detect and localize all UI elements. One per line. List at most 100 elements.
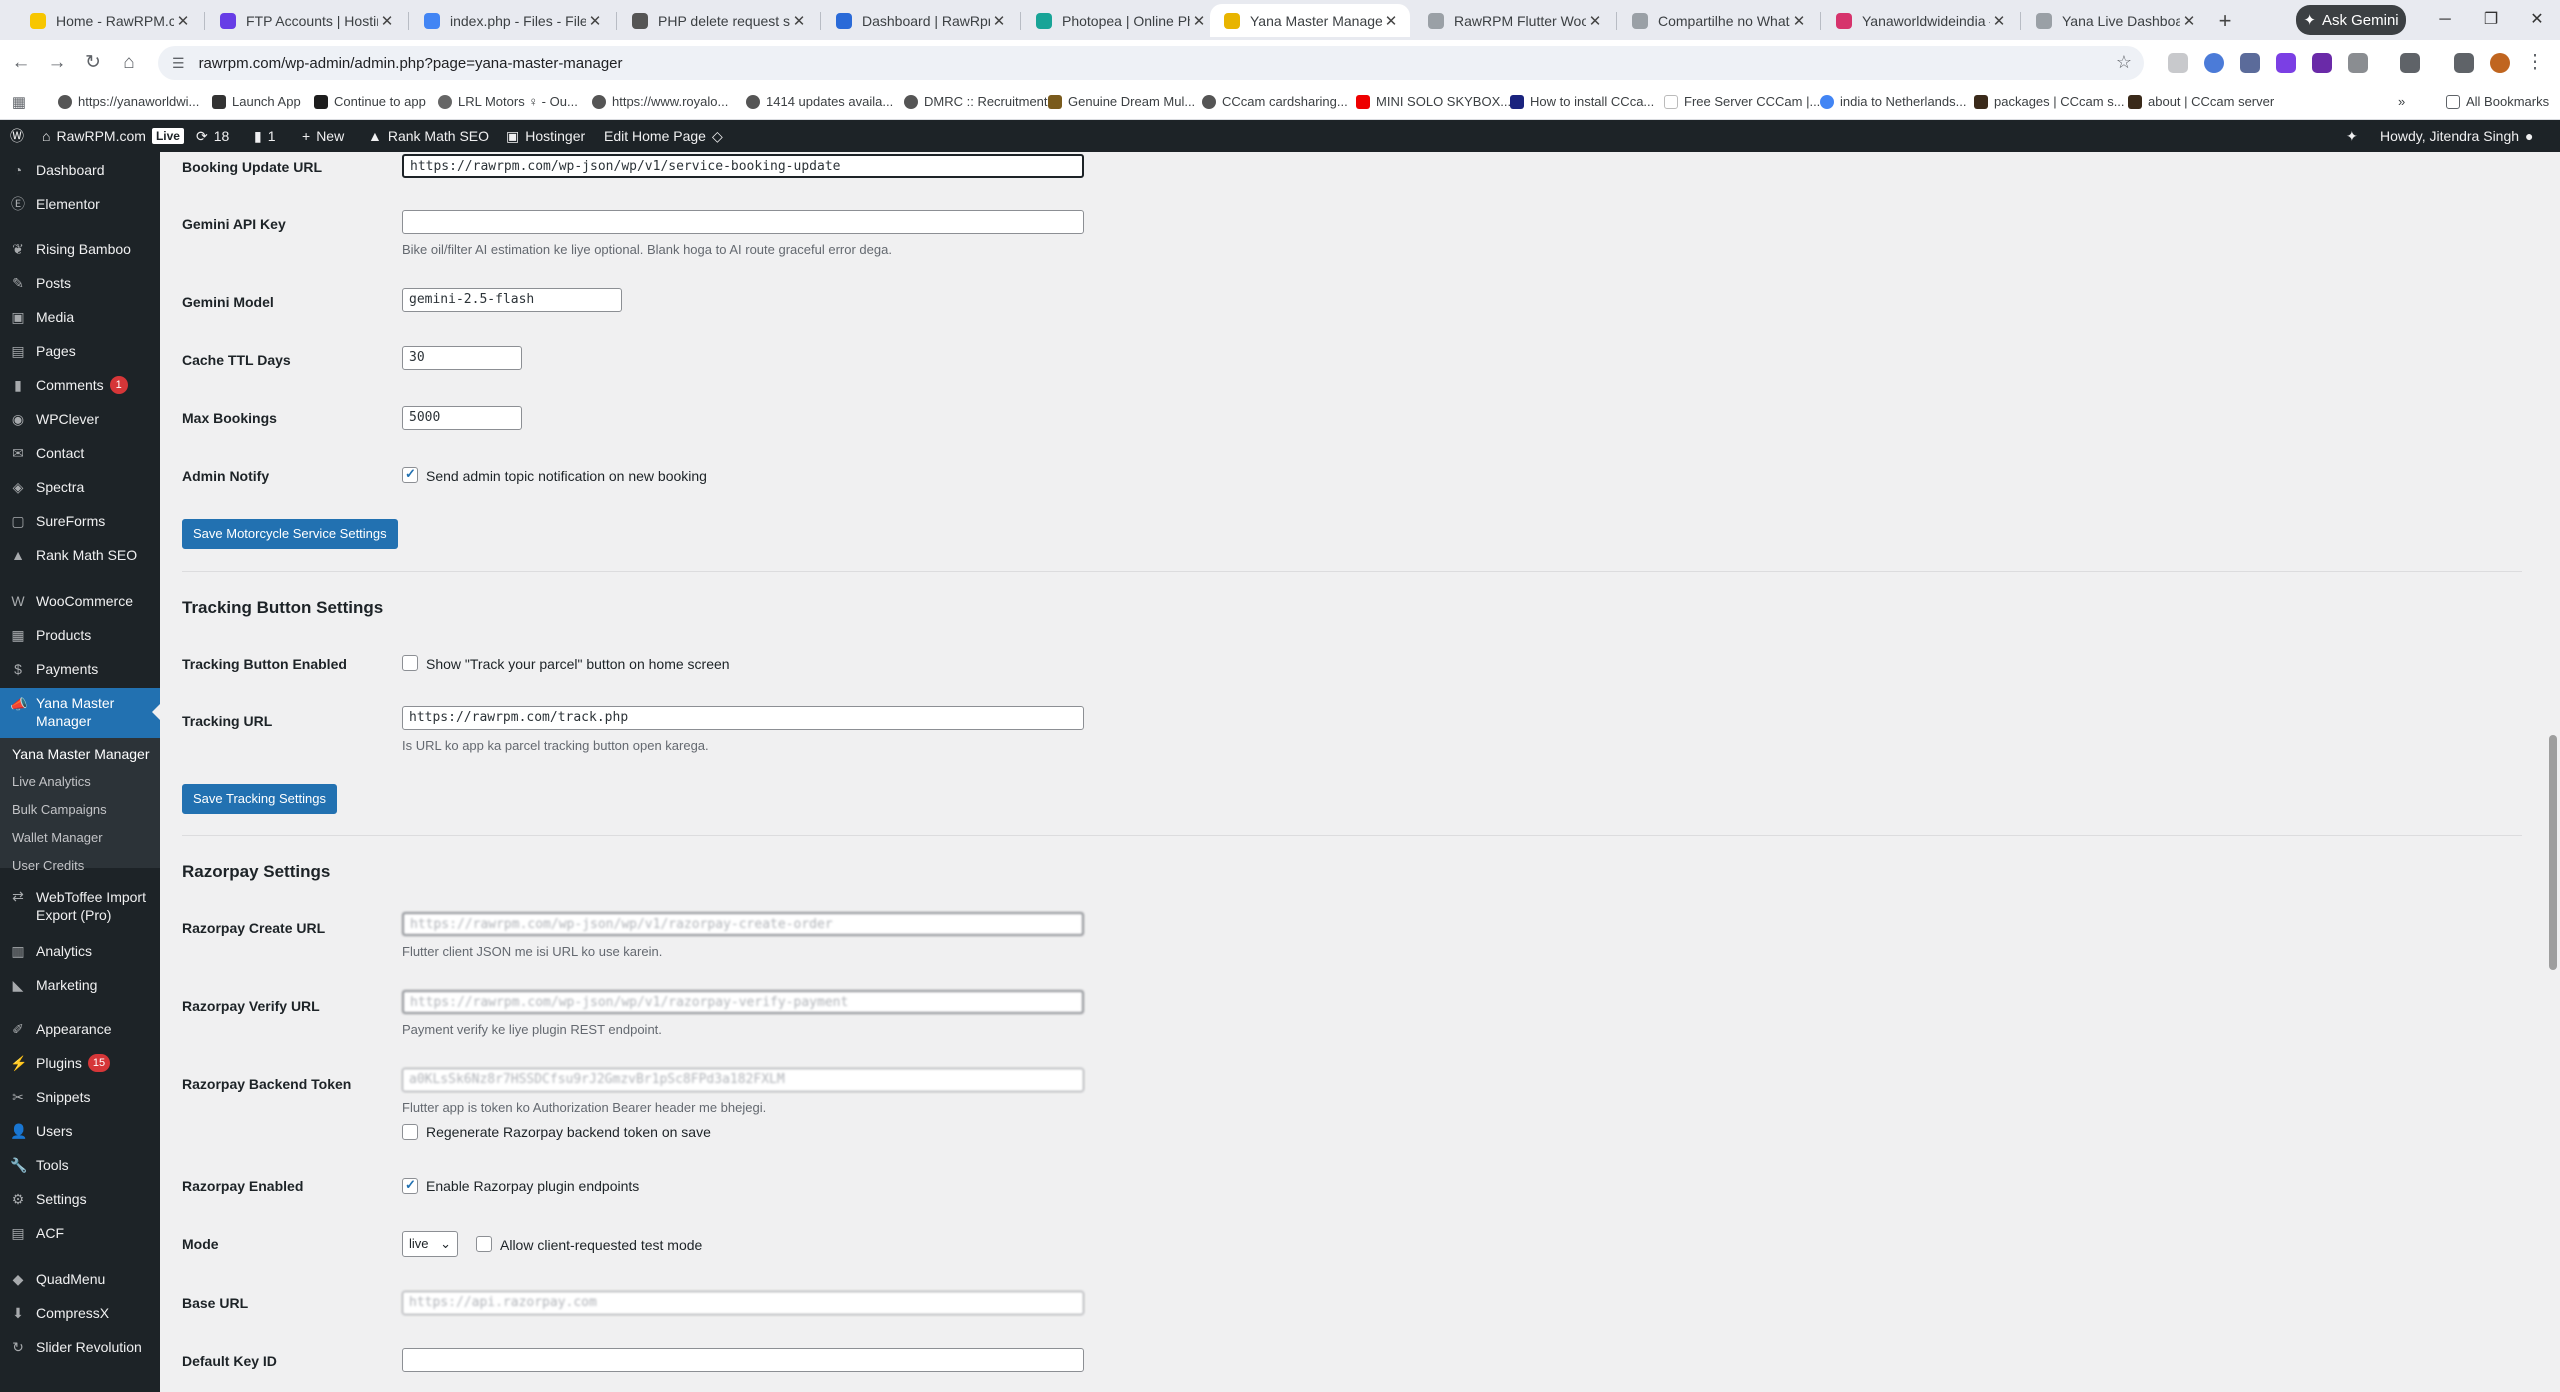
sidebar-item-snippets[interactable]: ✂ Snippets	[0, 1080, 160, 1114]
new-tab-plus-icon[interactable]: +	[2210, 6, 2240, 36]
admin-bar-edit-page[interactable]: Edit Home Page	[604, 120, 706, 152]
admin-bar-new[interactable]: + New	[302, 120, 344, 152]
minimize-icon[interactable]: ─	[2422, 0, 2468, 40]
diamond-icon[interactable]: ◇	[712, 120, 723, 152]
close-icon[interactable]: ✕	[990, 12, 1008, 30]
tab-11[interactable]: Yana Live Dashboard✕	[2022, 4, 2208, 37]
close-icon[interactable]: ✕	[2180, 12, 2198, 30]
more-bookmarks-chevron-icon[interactable]: »	[2398, 94, 2405, 109]
base-url-input[interactable]: https://api.razorpay.com	[402, 1291, 1084, 1315]
regenerate-token-checkbox[interactable]	[402, 1124, 418, 1140]
cast-icon[interactable]	[2400, 53, 2420, 73]
close-icon[interactable]: ✕	[1382, 12, 1400, 30]
extension-puzzle-a-icon[interactable]	[2240, 53, 2260, 73]
sidebar-item-settings[interactable]: ⚙ Settings	[0, 1182, 160, 1216]
sidebar-item-slider-revolution[interactable]: ↻ Slider Revolution	[0, 1330, 160, 1364]
site-info-icon[interactable]: ☰	[172, 55, 185, 72]
tab-4[interactable]: PHP delete request syste✕	[618, 4, 818, 37]
extension-shield-icon[interactable]	[2168, 53, 2188, 73]
razorpay-verify-url-input[interactable]: https://rawrpm.com/wp-json/wp/v1/razorpa…	[402, 990, 1084, 1014]
sidebar-item-tools[interactable]: 🔧 Tools	[0, 1148, 160, 1182]
gemini-model-input[interactable]: gemini-2.5-flash	[402, 288, 622, 312]
bookmark-9[interactable]: CCcam cardsharing...	[1202, 94, 1348, 109]
cache-ttl-days-input[interactable]: 30	[402, 346, 522, 370]
razorpay-enabled-checkbox[interactable]	[402, 1177, 418, 1194]
submenu-user-credits[interactable]: User Credits	[12, 858, 84, 873]
razorpay-backend-token-input[interactable]: a0KLsSk6Nz8r7HSSDCfsu9rJ2GmzvBr1pSc8FPd3…	[402, 1068, 1084, 1092]
sidebar-item-comments[interactable]: ▮ Comments 1	[0, 368, 160, 402]
save-motorcycle-service-settings-button[interactable]: Save Motorcycle Service Settings	[182, 519, 398, 549]
tracking-button-enabled-checkbox[interactable]	[402, 655, 418, 671]
close-icon[interactable]: ✕	[790, 12, 808, 30]
address-bar[interactable]: ☰ rawrpm.com/wp-admin/admin.php?page=yan…	[158, 46, 2144, 80]
sidebar-item-compressx[interactable]: ⬇ CompressX	[0, 1296, 160, 1330]
bookmark-1[interactable]: https://yanaworldwi...	[58, 94, 199, 109]
extension-w-icon[interactable]	[2312, 53, 2332, 73]
tab-3[interactable]: index.php - Files - File B ✕	[410, 4, 614, 37]
bookmark-11[interactable]: How to install CCca...	[1510, 94, 1654, 109]
booking-update-url-input[interactable]: https://rawrpm.com/wp-json/wp/v1/service…	[402, 154, 1084, 178]
bookmark-3[interactable]: Continue to app	[314, 94, 426, 109]
tab-1[interactable]: Home - RawRPM.com✕	[16, 4, 202, 37]
sidebar-item-posts[interactable]: ✎ Posts	[0, 266, 160, 300]
tab-6[interactable]: Photopea | Online Photo✕	[1022, 4, 1218, 37]
bookmark-2[interactable]: Launch App	[212, 94, 301, 109]
admin-notify-checkbox[interactable]	[402, 466, 418, 483]
sidebar-item-analytics[interactable]: ▥ Analytics	[0, 934, 160, 968]
admin-bar-account[interactable]: Howdy, Jitendra Singh ●	[2380, 120, 2534, 152]
window-close-icon[interactable]: ✕	[2514, 0, 2560, 40]
submenu-bulk-campaigns[interactable]: Bulk Campaigns	[12, 802, 107, 817]
home-icon[interactable]: ⌂	[114, 48, 144, 78]
admin-bar-hostinger[interactable]: ▣ Hostinger	[506, 120, 585, 152]
page-scrollbar-thumb[interactable]	[2549, 735, 2557, 970]
close-icon[interactable]: ✕	[1790, 12, 1808, 30]
tab-10[interactable]: Yanaworldwideindia – A✕	[1822, 4, 2018, 37]
gemini-api-key-input[interactable]	[402, 210, 1084, 234]
back-arrow-icon[interactable]: ←	[6, 48, 36, 78]
save-tracking-settings-button[interactable]: Save Tracking Settings	[182, 784, 337, 814]
sidebar-item-users[interactable]: 👤 Users	[0, 1114, 160, 1148]
browser-menu-icon[interactable]: ⋮	[2520, 48, 2550, 78]
bookmark-13[interactable]: india to Netherlands...	[1820, 94, 1966, 109]
extension-globe-icon[interactable]	[2204, 53, 2224, 73]
tab-8[interactable]: RawRPM Flutter WooCo✕	[1414, 4, 1614, 37]
close-icon[interactable]: ✕	[174, 12, 192, 30]
sidebar-item-webtoffee[interactable]: ⇄ WebToffee Import Export (Pro)	[0, 884, 160, 928]
sidebar-item-pages[interactable]: ▤ Pages	[0, 334, 160, 368]
sidebar-item-contact[interactable]: ✉ Contact	[0, 436, 160, 470]
sidebar-item-plugins[interactable]: ⚡ Plugins 15	[0, 1046, 160, 1080]
sidebar-item-quadmenu[interactable]: ◆ QuadMenu	[0, 1262, 160, 1296]
admin-bar-site[interactable]: ⌂ RawRPM.com Live	[42, 120, 184, 152]
tab-2[interactable]: FTP Accounts | Hosting ✕	[206, 4, 406, 37]
submenu-wallet-manager[interactable]: Wallet Manager	[12, 830, 103, 845]
bookmark-5[interactable]: https://www.royalo...	[592, 94, 728, 109]
sidebar-item-products[interactable]: ▦ Products	[0, 618, 160, 652]
bookmark-14[interactable]: packages | CCcam s...	[1974, 94, 2125, 109]
submenu-yana-master-manager[interactable]: Yana Master Manager	[12, 746, 149, 762]
downloads-icon[interactable]	[2454, 53, 2474, 73]
bookmark-star-icon[interactable]: ☆	[2116, 52, 2132, 73]
sidebar-item-marketing[interactable]: ◣ Marketing	[0, 968, 160, 1002]
bookmark-4[interactable]: LRL Motors ♀ - Ou...	[438, 94, 578, 109]
bookmark-12[interactable]: Free Server CCCam |...	[1664, 94, 1820, 109]
profile-avatar-icon[interactable]	[2490, 53, 2510, 73]
bookmark-10[interactable]: MINI SOLO SKYBOX...	[1356, 94, 1511, 109]
ask-gemini-button[interactable]: ✦ Ask Gemini	[2296, 5, 2406, 35]
admin-bar-comments[interactable]: ▮ 1	[254, 120, 276, 152]
all-bookmarks[interactable]: All Bookmarks	[2446, 94, 2549, 109]
sidebar-item-media[interactable]: ▣ Media	[0, 300, 160, 334]
bookmark-7[interactable]: DMRC :: Recruitment	[904, 94, 1048, 109]
razorpay-create-url-input[interactable]: https://rawrpm.com/wp-json/wp/v1/razorpa…	[402, 912, 1084, 936]
mode-select[interactable]: live ⌄	[402, 1231, 458, 1257]
reload-icon[interactable]: ↻	[78, 48, 108, 78]
sidebar-item-rankmath[interactable]: ▲ Rank Math SEO	[0, 538, 160, 572]
bookmark-15[interactable]: about | CCcam server	[2128, 94, 2274, 109]
tab-9[interactable]: Compartilhe no WhatsA✕	[1618, 4, 1818, 37]
wordpress-logo-icon[interactable]: Ⓦ	[10, 120, 24, 152]
close-icon[interactable]: ✕	[1586, 12, 1604, 30]
apps-grid-icon[interactable]: ▦	[4, 88, 34, 118]
bookmark-6[interactable]: 1414 updates availa...	[746, 94, 893, 109]
sidebar-item-rising-bamboo[interactable]: ❦ Rising Bamboo	[0, 232, 160, 266]
restore-icon[interactable]: ❐	[2468, 0, 2514, 40]
default-key-id-input[interactable]	[402, 1348, 1084, 1372]
